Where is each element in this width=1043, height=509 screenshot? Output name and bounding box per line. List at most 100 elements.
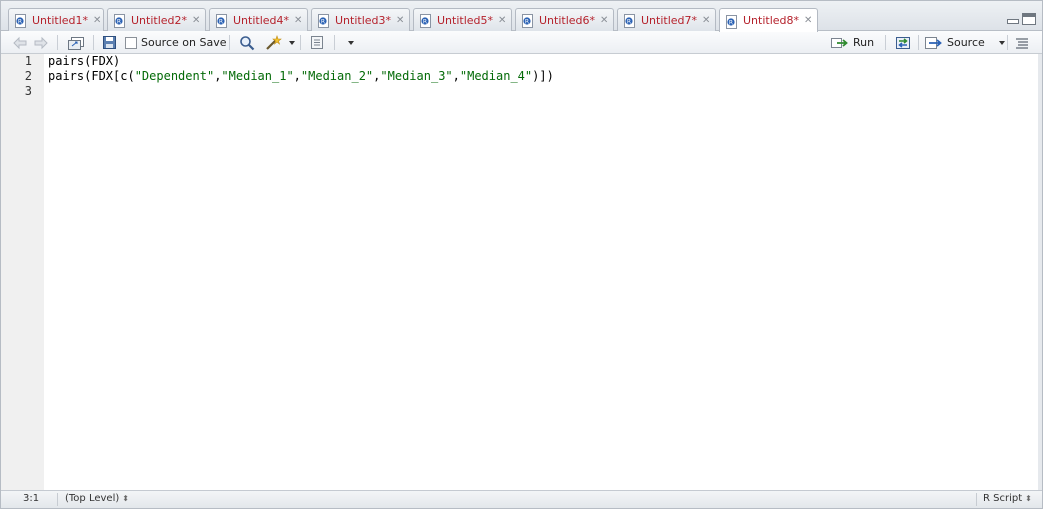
tab-untitled6[interactable]: R Untitled6* ✕ — [515, 8, 614, 31]
string-literal: "Median_2" — [300, 69, 374, 83]
more-options-dropdown[interactable] — [348, 34, 354, 51]
tab-untitled7[interactable]: R Untitled7* ✕ — [617, 8, 716, 31]
tab-untitled8[interactable]: R Untitled8* ✕ — [719, 8, 818, 32]
r-script-icon: R — [725, 14, 739, 29]
r-script-icon: R — [14, 13, 28, 28]
minimize-pane-icon[interactable] — [1006, 13, 1020, 25]
checkbox[interactable] — [125, 36, 137, 49]
cursor-position: 3:1 — [23, 493, 40, 504]
svg-text:R: R — [219, 18, 223, 25]
code-line[interactable]: pairs(FDX[c("Dependent","Median_1","Medi… — [48, 69, 554, 84]
save-icon[interactable] — [102, 34, 117, 51]
status-separator — [976, 493, 977, 506]
forward-arrow-icon[interactable] — [33, 34, 49, 51]
file-type-label: R Script — [983, 493, 1023, 504]
tab-label: Untitled7* — [641, 13, 698, 27]
svg-text:R: R — [423, 18, 427, 25]
tab-label: Untitled3* — [335, 13, 392, 27]
search-icon[interactable] — [239, 34, 255, 51]
toolbar-separator — [334, 35, 335, 50]
line-number: 2 — [24, 69, 32, 83]
tab-bar: R Untitled1* ✕ R Untitled2* ✕ R Untitled… — [1, 1, 1042, 32]
line-number: 1 — [24, 54, 32, 68]
tab-untitled3[interactable]: R Untitled3* ✕ — [311, 8, 410, 31]
editor-toolbar: Source on Save Run Source — [1, 31, 1042, 54]
toolbar-separator — [57, 35, 58, 50]
rerun-icon[interactable] — [893, 34, 913, 51]
svg-text:R: R — [525, 18, 529, 25]
close-icon[interactable]: ✕ — [93, 15, 101, 26]
close-icon[interactable]: ✕ — [396, 15, 404, 26]
run-arrow-icon — [831, 37, 848, 48]
source-on-save-checkbox[interactable]: Source on Save — [125, 34, 226, 51]
code-tools-dropdown[interactable] — [289, 34, 295, 51]
svg-text:R: R — [117, 18, 121, 25]
code-token: pairs(FDX[c( — [48, 69, 135, 83]
toolbar-separator — [229, 35, 230, 50]
source-arrow-icon — [925, 36, 942, 49]
string-literal: "Median_4" — [459, 69, 533, 83]
close-icon[interactable]: ✕ — [702, 15, 710, 26]
tab-label: Untitled5* — [437, 13, 494, 27]
tab-untitled1[interactable]: R Untitled1* ✕ — [8, 8, 104, 31]
toolbar-separator — [93, 35, 94, 50]
rstudio-source-pane: R Untitled1* ✕ R Untitled2* ✕ R Untitled… — [0, 0, 1043, 509]
close-icon[interactable]: ✕ — [498, 15, 506, 26]
toolbar-separator — [1007, 35, 1008, 50]
close-icon[interactable]: ✕ — [192, 15, 200, 26]
code-token: )]) — [532, 69, 554, 83]
code-line[interactable]: pairs(FDX) — [48, 54, 120, 69]
run-button[interactable]: Run — [831, 34, 874, 51]
status-bar: 3:1 (Top Level) ⬍ R Script ⬍ — [1, 490, 1042, 508]
status-separator — [57, 493, 58, 506]
r-script-icon: R — [215, 13, 229, 28]
up-down-arrows-icon: ⬍ — [1025, 494, 1032, 503]
tab-label: Untitled4* — [233, 13, 290, 27]
chevron-down-icon — [289, 40, 295, 45]
document-outline-icon[interactable] — [1015, 34, 1029, 51]
code-editor[interactable]: 1 2 3 pairs(FDX) pairs(FDX[c("Dependent"… — [1, 54, 1038, 490]
close-icon[interactable]: ✕ — [600, 15, 608, 26]
tab-untitled4[interactable]: R Untitled4* ✕ — [209, 8, 308, 31]
r-script-icon: R — [419, 13, 433, 28]
maximize-pane-icon[interactable] — [1022, 13, 1036, 25]
string-literal: "Dependent" — [134, 69, 215, 83]
svg-text:R: R — [321, 18, 325, 25]
svg-text:R: R — [18, 18, 22, 25]
line-number: 3 — [24, 84, 32, 98]
toolbar-separator — [300, 35, 301, 50]
close-icon[interactable]: ✕ — [804, 15, 812, 26]
tab-untitled2[interactable]: R Untitled2* ✕ — [107, 8, 206, 31]
string-literal: "Median_3" — [380, 69, 453, 83]
scope-label: (Top Level) — [65, 493, 120, 504]
toolbar-separator — [918, 35, 919, 50]
r-script-icon: R — [623, 13, 637, 28]
scope-selector[interactable]: (Top Level) ⬍ — [65, 493, 129, 504]
chevron-down-icon[interactable] — [998, 40, 1005, 45]
r-script-icon: R — [521, 13, 535, 28]
r-script-icon: R — [113, 13, 127, 28]
show-in-new-window-icon[interactable] — [67, 34, 85, 51]
code-token: pairs(FDX) — [48, 54, 121, 68]
source-label: Source — [947, 36, 985, 49]
source-button[interactable]: Source — [925, 34, 1005, 51]
close-icon[interactable]: ✕ — [294, 15, 302, 26]
up-down-arrows-icon: ⬍ — [122, 494, 129, 503]
svg-text:R: R — [627, 18, 631, 25]
code-token: , — [452, 69, 460, 83]
chevron-down-icon — [348, 40, 354, 45]
vertical-scrollbar[interactable] — [1038, 54, 1042, 490]
code-token: , — [293, 69, 301, 83]
tab-label: Untitled8* — [743, 14, 800, 27]
tab-label: Untitled2* — [131, 13, 188, 27]
line-number-gutter: 1 2 3 — [1, 54, 44, 490]
code-tools-wand-icon[interactable] — [265, 34, 283, 51]
source-on-save-label: Source on Save — [141, 36, 227, 49]
r-script-icon: R — [317, 13, 331, 28]
compile-report-icon[interactable] — [309, 34, 325, 51]
back-arrow-icon[interactable] — [12, 34, 28, 51]
file-type-selector[interactable]: R Script ⬍ — [983, 493, 1032, 504]
tab-untitled5[interactable]: R Untitled5* ✕ — [413, 8, 512, 31]
run-label: Run — [853, 36, 875, 49]
tab-label: Untitled6* — [539, 13, 596, 27]
